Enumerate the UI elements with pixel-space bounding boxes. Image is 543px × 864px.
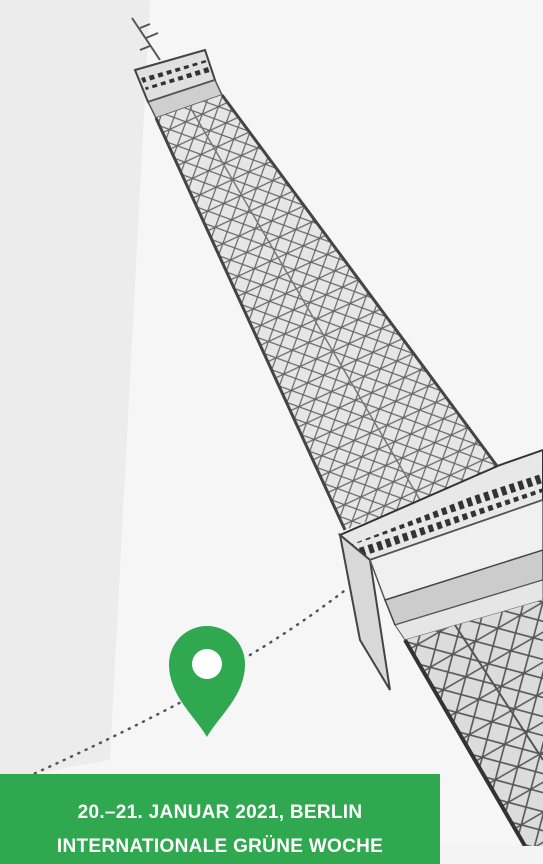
event-venue: INTERNATIONALE GRÜNE WOCHE bbox=[56, 836, 384, 857]
background-scene bbox=[0, 0, 543, 846]
location-pin-icon bbox=[169, 626, 245, 737]
event-date-location: 20.–21. JANUAR 2021, BERLIN bbox=[77, 802, 363, 823]
event-banner: 20.–21. JANUAR 2021, BERLIN INTERNATIONA… bbox=[0, 774, 440, 864]
